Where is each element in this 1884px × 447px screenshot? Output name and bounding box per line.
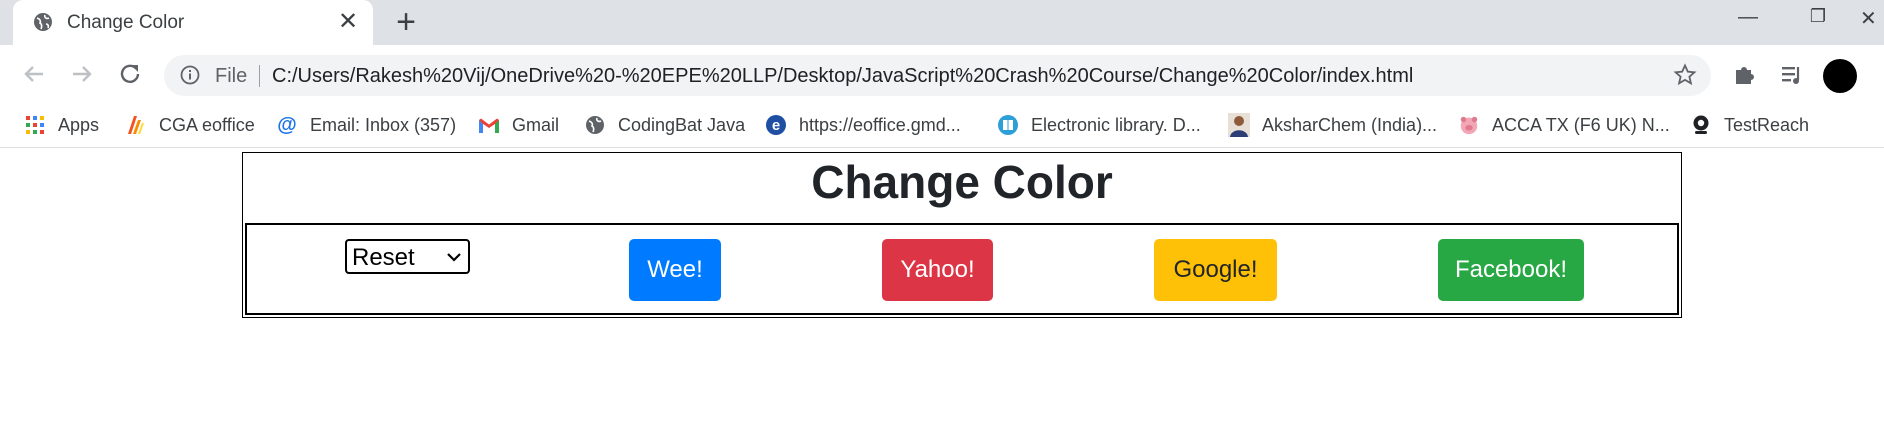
tab-close-icon[interactable]: ✕ [335,9,361,35]
person-icon [1228,113,1250,137]
restore-icon[interactable]: ❐ [1798,6,1838,34]
bookmark-label: Electronic library. D... [1031,114,1201,135]
bookmark-apps[interactable]: Apps [24,113,99,137]
globe-icon [34,13,52,31]
bookmark-email-inbox[interactable]: @ Email: Inbox (357) [276,113,456,137]
bookmark-cga-eoffice[interactable]: CGA eoffice [125,113,255,137]
bookmark-star-icon[interactable] [1673,63,1697,87]
google-button[interactable]: Google! [1154,239,1277,301]
bookmark-label: AksharChem (India)... [1262,114,1438,135]
tab-strip: Change Color ✕ + — ❐ ✕ [0,0,1884,45]
minimize-icon[interactable]: — [1728,6,1768,34]
select-value: Reset [352,244,415,271]
svg-text:e: e [772,117,780,134]
color-select[interactable]: Reset [345,239,470,274]
cga-logo-icon [125,114,147,136]
address-bar[interactable]: File C:/Users/Rakesh%20Vij/OneDrive%20-%… [164,55,1711,96]
book-icon [997,114,1019,136]
gmail-icon [478,114,500,136]
facebook-button[interactable]: Facebook! [1438,239,1584,301]
tab-title: Change Color [67,12,185,33]
bookmark-codingbat[interactable]: CodingBat Java [584,113,745,137]
new-tab-icon[interactable]: + [391,5,421,39]
bookmark-label: Apps [58,114,100,135]
bookmark-acca[interactable]: ACCA TX (F6 UK) N... [1458,113,1670,137]
yahoo-button[interactable]: Yahoo! [882,239,993,301]
omnibox-divider [259,65,260,87]
controls-row: Reset Wee! Yahoo! Google! Facebook! [245,223,1679,315]
page-title: Change Color [811,156,1113,208]
apps-grid-icon [24,114,46,136]
bookmark-label: https://eoffice.gmd... [799,114,961,135]
url-scheme-label: File [215,65,248,87]
bookmark-label: ACCA TX (F6 UK) N... [1492,114,1670,135]
bookmark-label: Gmail [512,114,560,135]
reload-icon[interactable] [114,58,146,90]
bookmark-eoffice-gmd[interactable]: e https://eoffice.gmd... [765,113,961,137]
bookmark-gmail[interactable]: Gmail [478,113,559,137]
bookmark-label: CGA eoffice [159,114,255,135]
tab-active[interactable]: Change Color ✕ [13,0,373,45]
e-logo-icon: e [765,114,787,136]
bookmark-testreach[interactable]: TestReach [1690,113,1809,137]
profile-avatar[interactable] [1823,59,1857,93]
bookmark-electronic-library[interactable]: Electronic library. D... [997,113,1201,137]
extensions-puzzle-icon[interactable] [1732,62,1758,88]
globe-icon [584,114,606,136]
browser-toolbar: File C:/Users/Rakesh%20Vij/OneDrive%20-%… [0,45,1884,103]
chevron-down-icon [447,253,461,262]
bookmark-label: CodingBat Java [618,114,746,135]
pig-icon [1458,114,1480,136]
bookmark-label: TestReach [1724,114,1810,135]
back-icon[interactable] [18,58,50,90]
at-sign-icon: @ [277,113,297,136]
webcam-icon [1690,114,1712,136]
page-container: Change Color Reset Wee! Yahoo! Google! F… [242,152,1682,318]
forward-icon[interactable] [66,58,98,90]
close-window-icon[interactable]: ✕ [1860,6,1884,34]
bookmark-aksharchem[interactable]: AksharChem (India)... [1228,113,1437,137]
media-control-icon[interactable] [1779,62,1805,88]
bookmark-label: Email: Inbox (357) [310,114,457,135]
url-text[interactable]: C:/Users/Rakesh%20Vij/OneDrive%20-%20EPE… [272,65,1413,88]
wee-button[interactable]: Wee! [629,239,721,301]
info-icon[interactable] [180,65,200,85]
bookmarks-bar: Apps CGA eoffice @ Email: Inbox (357) Gm… [0,103,1884,148]
